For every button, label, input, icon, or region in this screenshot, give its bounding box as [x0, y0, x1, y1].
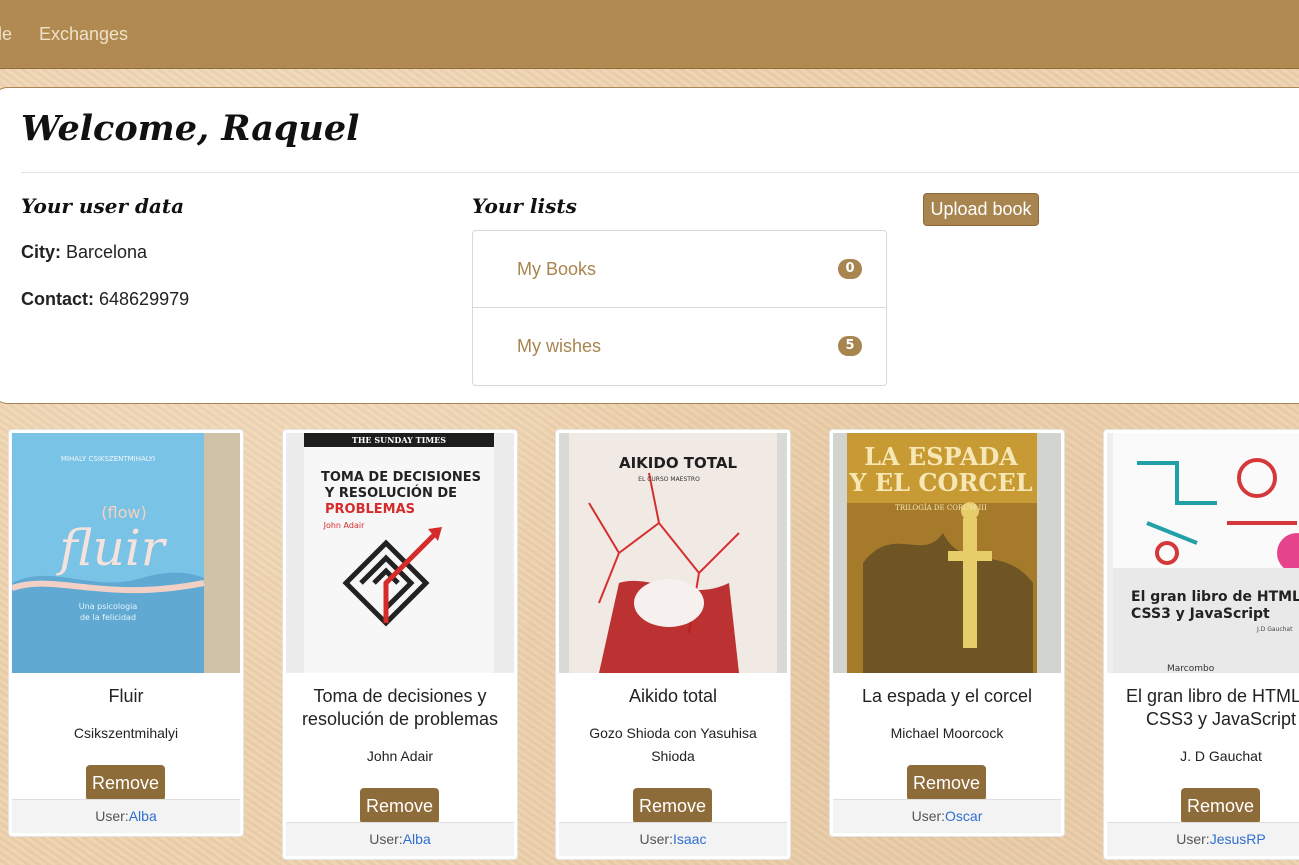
- book-card: El gran libro de HTML5, CSS3 y JavaScrip…: [1103, 429, 1299, 860]
- book-author: Michael Moorcock: [890, 725, 1004, 741]
- page-title: Welcome, Raquel: [21, 108, 360, 149]
- remove-button[interactable]: Remove: [907, 765, 986, 801]
- list-item-my-books[interactable]: My Books 0: [473, 231, 886, 308]
- user-link[interactable]: Alba: [403, 831, 431, 847]
- book-author: J. D Gauchat: [1180, 748, 1262, 764]
- cover-title-text: TOMA DE DECISIONES: [321, 470, 481, 485]
- user-label: User:: [95, 808, 129, 824]
- contact-value: 648629979: [99, 289, 190, 309]
- book-card: LA ESPADA Y EL CORCEL TRILOGÍA DE CORUM …: [829, 429, 1065, 837]
- user-label: User:: [369, 831, 403, 847]
- remove-button[interactable]: Remove: [633, 788, 712, 824]
- user-label: User:: [639, 831, 673, 847]
- user-link[interactable]: JesusRP: [1210, 831, 1266, 847]
- nav-item-exchanges[interactable]: Exchanges: [39, 24, 128, 45]
- top-navbar: ile Exchanges: [0, 0, 1299, 69]
- cover-subtitle-text: EL CURSO MAESTRO: [638, 476, 700, 483]
- user-label: User:: [911, 808, 946, 824]
- remove-button[interactable]: Remove: [360, 788, 439, 824]
- user-link[interactable]: Isaac: [673, 831, 706, 847]
- book-title: Toma de decisiones y resolución de probl…: [301, 686, 499, 729]
- city-value: Barcelona: [66, 242, 148, 262]
- user-label: User:: [1176, 831, 1210, 847]
- list-item-label: My Books: [517, 259, 597, 279]
- count-badge: 0: [838, 259, 862, 279]
- cover-publisher-text: Marcombo: [1167, 664, 1215, 673]
- lists-group: My Books 0 My wishes 5: [472, 230, 887, 386]
- book-title: Aikido total: [628, 686, 718, 706]
- cover-author-text: MIHALY CSIKSZENTMIHALYI: [61, 455, 155, 463]
- card-footer: User:JesusRP: [1107, 822, 1299, 856]
- cover-title-text: fluir: [55, 519, 168, 577]
- upload-book-button[interactable]: Upload book: [923, 193, 1039, 226]
- book-author: John Adair: [366, 748, 434, 764]
- cover-title-text: LA ESPADA: [864, 442, 1018, 471]
- book-title: Fluir: [108, 686, 144, 706]
- count-badge: 5: [838, 336, 862, 356]
- book-cover-image: THE SUNDAY TIMES TOMA DE DECISIONES Y RE…: [286, 433, 514, 673]
- card-footer: User:Isaac: [559, 822, 787, 856]
- book-card: AIKIDO TOTAL EL CURSO MAESTRO Aikido tot…: [555, 429, 791, 860]
- card-footer: User:Alba: [12, 799, 240, 833]
- book-card: MIHALY CSIKSZENTMIHALYI (flow) fluir Una…: [8, 429, 244, 837]
- list-item-label: My wishes: [517, 336, 602, 356]
- list-item-my-wishes[interactable]: My wishes 5: [473, 308, 886, 384]
- user-link[interactable]: Alba: [129, 808, 157, 824]
- book-title: La espada y el corcel: [861, 686, 1033, 706]
- city-line: City: Barcelona: [21, 242, 147, 263]
- nav-item-profile[interactable]: ile: [0, 24, 12, 45]
- lists-heading: Your lists: [472, 194, 577, 218]
- cover-header-text: THE SUNDAY TIMES: [352, 435, 446, 445]
- book-card: THE SUNDAY TIMES TOMA DE DECISIONES Y RE…: [282, 429, 518, 860]
- cover-title-text: Y EL CORCEL: [848, 468, 1032, 497]
- cover-title-text: PROBLEMAS: [325, 502, 415, 517]
- remove-button[interactable]: Remove: [86, 765, 165, 801]
- card-footer: User:Oscar: [833, 799, 1061, 833]
- welcome-panel: Welcome, Raquel Your user data City: Bar…: [0, 87, 1299, 404]
- divider: [21, 172, 1299, 173]
- contact-label: Contact:: [21, 289, 94, 309]
- cover-title-text: Y RESOLUCIÓN DE: [324, 485, 457, 501]
- city-label: City:: [21, 242, 61, 262]
- cover-tagline-text: Una psicologia: [79, 602, 138, 611]
- cover-author-text: J.D Gauchat: [1256, 626, 1293, 633]
- user-data-heading: Your user data: [21, 194, 185, 218]
- book-title: El gran libro de HTML5, CSS3 y JavaScrip…: [1125, 686, 1299, 729]
- book-cover-image: El gran libro de HTML5, CSS3 y JavaScrip…: [1107, 433, 1299, 673]
- book-author: Gozo Shioda con Yasuhisa Shioda: [589, 725, 757, 764]
- remove-button[interactable]: Remove: [1181, 788, 1260, 824]
- cover-tagline-text: de la felicidad: [80, 613, 136, 622]
- book-author: Csikszentmihalyi: [73, 725, 179, 741]
- book-cover-image: MIHALY CSIKSZENTMIHALYI (flow) fluir Una…: [12, 433, 240, 673]
- card-footer: User:Alba: [286, 822, 514, 856]
- cover-author-text: John Adair: [323, 521, 365, 530]
- cover-subtitle-text: TRILOGÍA DE CORUM III: [895, 503, 987, 512]
- cover-title-text: El gran libro de HTML5,: [1131, 589, 1299, 605]
- book-cover-image: LA ESPADA Y EL CORCEL TRILOGÍA DE CORUM …: [833, 433, 1061, 673]
- contact-line: Contact: 648629979: [21, 289, 189, 310]
- cover-title-text: AIKIDO TOTAL: [619, 454, 737, 472]
- book-cover-image: AIKIDO TOTAL EL CURSO MAESTRO: [559, 433, 787, 673]
- cover-title-text: CSS3 y JavaScript: [1131, 606, 1270, 622]
- user-link[interactable]: Oscar: [945, 808, 982, 824]
